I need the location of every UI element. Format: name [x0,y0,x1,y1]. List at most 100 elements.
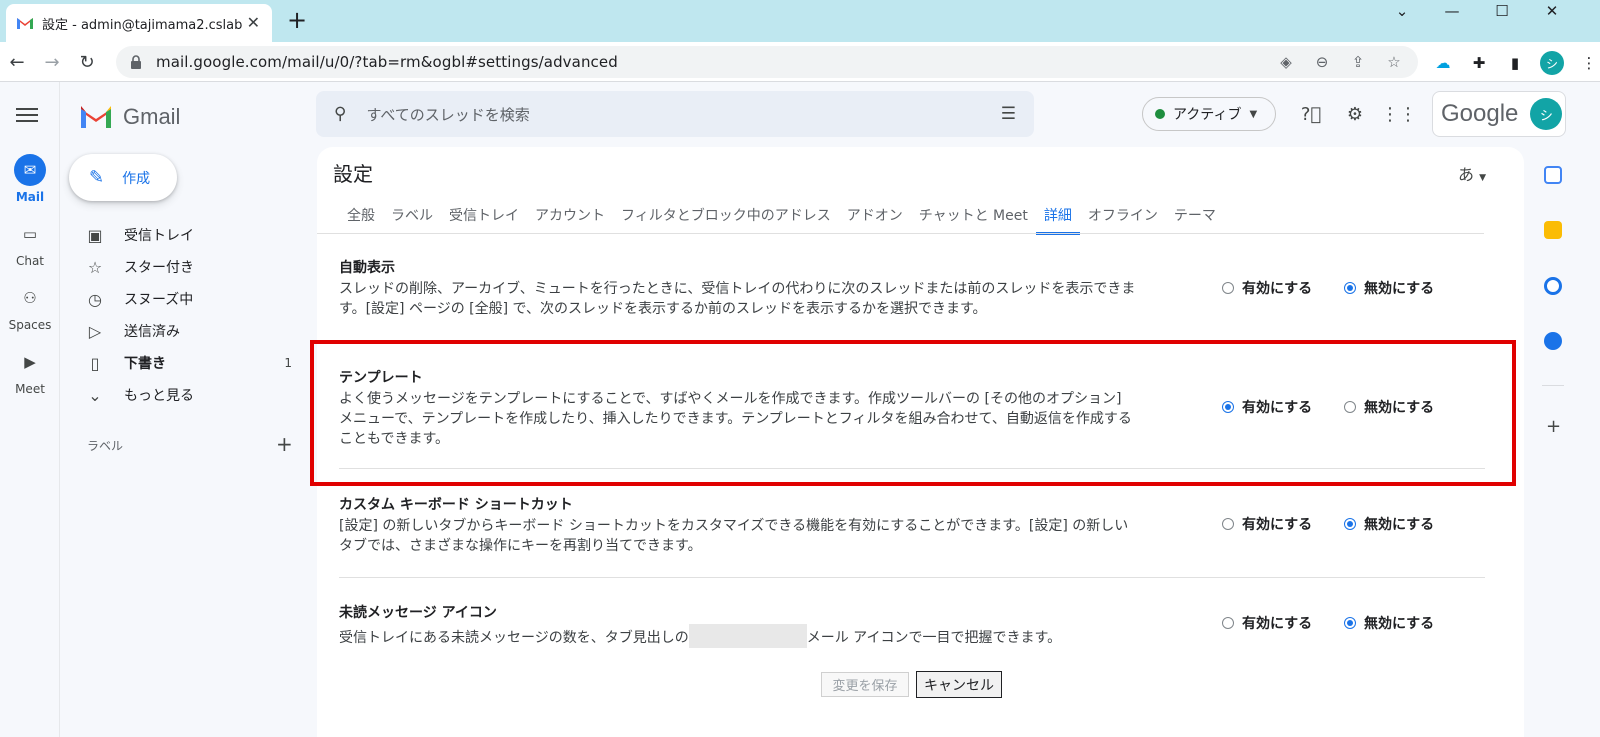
nav-item-drafts[interactable]: ▯ 下書き 1 [84,347,304,379]
rail-item-spaces[interactable]: ⚇ Spaces [0,282,60,332]
add-label-icon[interactable]: + [276,432,293,456]
side-panel-icon[interactable]: ▮ [1504,52,1526,74]
gmail-logo[interactable]: Gmail [81,104,180,130]
tab-addons[interactable]: アドオン [839,197,911,235]
description-part: メール アイコンで一目で把握できます。 [806,630,1062,646]
new-tab-button[interactable]: + [287,8,307,32]
lock-icon [131,55,141,69]
rail-item-meet[interactable]: ▶ Meet [0,346,60,396]
nav-item-snoozed[interactable]: ◷ スヌーズ中 [84,283,304,315]
close-tab-icon[interactable]: ✕ [247,13,260,32]
search-bar[interactable]: ⚲ すべてのスレッドを検索 ☰ [316,91,1034,137]
status-dropdown[interactable]: アクティブ ▼ [1142,97,1276,131]
radio-button[interactable] [1344,282,1356,294]
setting-title: カスタム キーボード ショートカット [339,497,573,513]
window-close-icon[interactable]: ✕ [1528,0,1576,22]
option-label: 有効にする [1242,517,1313,533]
calendar-icon[interactable] [1544,166,1562,184]
extensions-puzzle-icon[interactable]: ✚ [1468,52,1490,74]
view-site-info-icon[interactable]: ◈ [1276,52,1296,72]
tab-advanced[interactable]: 詳細 [1035,197,1080,235]
bookmark-star-icon[interactable]: ☆ [1384,52,1404,72]
keep-icon[interactable] [1544,221,1562,239]
back-icon[interactable]: ← [6,51,28,73]
drafts-count: 1 [284,356,292,370]
help-icon[interactable]: ?⃝ [1298,101,1324,127]
cancel-button[interactable]: キャンセル [916,671,1002,698]
search-icon[interactable]: ⚲ [334,104,346,124]
rail-item-chat[interactable]: ▭ Chat [0,218,60,268]
salesforce-extension-icon[interactable]: ☁ [1432,52,1454,74]
status-label: アクティブ [1173,107,1242,123]
radio-button[interactable] [1222,617,1234,629]
main-menu-icon[interactable] [16,104,38,126]
tab-accounts[interactable]: アカウント [527,197,613,235]
auto-advance-disable-option[interactable]: 無効にする [1344,278,1434,298]
omnibox[interactable]: mail.google.com/mail/u/0/?tab=rm&ogbl#se… [116,46,1418,78]
radio-button[interactable] [1344,518,1356,530]
compose-button[interactable]: ✎ 作成 [69,154,177,201]
unread-icon-disable-option[interactable]: 無効にする [1344,613,1434,633]
account-avatar[interactable]: シ [1530,98,1563,130]
maximize-icon[interactable]: ☐ [1478,0,1526,22]
tab-general[interactable]: 全般 [339,197,383,235]
apps-grid-icon[interactable]: ⋮⋮ [1381,101,1417,127]
save-changes-button[interactable]: 変更を保存 [821,672,909,697]
nav-item-more[interactable]: ⌄ もっと見る [84,379,304,411]
nav-item-starred[interactable]: ☆ スター付き [84,251,304,283]
nav-label: 下書き [124,356,166,372]
shortcuts-enable-option[interactable]: 有効にする [1222,514,1312,534]
setting-row-keyboard-shortcuts: カスタム キーボード ショートカット [設定] の新しいタブからキーボード ショ… [339,494,1484,556]
mail-nav-list: ▣ 受信トレイ ☆ スター付き ◷ スヌーズ中 ▷ 送信済み ▯ 下書き 1 ⌄… [84,219,304,411]
tab-filters[interactable]: フィルタとブロック中のアドレス [613,197,839,235]
shortcuts-disable-option[interactable]: 無効にする [1344,514,1434,534]
minimize-icon[interactable]: — [1428,0,1476,22]
profile-avatar[interactable]: シ [1540,51,1564,75]
chrome-menu-icon[interactable]: ⋮ [1578,52,1600,74]
input-tools-selector[interactable]: あ ▼ [1458,161,1486,185]
browser-tab[interactable]: 設定 - admin@tajimama2.cslabs.l ✕ [6,4,272,42]
tasks-icon[interactable] [1544,277,1562,295]
setting-description: 受信トレイにある未読メッセージの数を、タブ見出しの メール アイコンで一目で把握で… [339,624,1139,648]
clock-icon: ◷ [88,289,102,309]
tab-search-icon[interactable]: ⌄ [1378,0,1426,22]
radio-button[interactable] [1222,518,1234,530]
nav-item-inbox[interactable]: ▣ 受信トレイ [84,219,304,251]
search-options-icon[interactable]: ☰ [1001,104,1016,124]
google-account-box[interactable]: Google シ [1432,91,1566,137]
tab-inbox[interactable]: 受信トレイ [441,197,527,235]
setting-row-unread-icon: 未読メッセージ アイコン 受信トレイにある未読メッセージの数を、タブ見出しの メー… [339,602,1484,648]
app-rail: ✉ Mail ▭ Chat ⚇ Spaces ▶ Meet [0,82,60,737]
reload-icon[interactable]: ↻ [76,51,98,73]
gmail-m-icon [81,106,111,128]
contacts-icon[interactable] [1544,332,1562,350]
templates-highlight-box [310,340,1516,486]
add-addon-icon[interactable]: + [1546,416,1561,437]
setting-title: 自動表示 [339,260,395,276]
auto-advance-enable-option[interactable]: 有効にする [1222,278,1312,298]
option-label: 無効にする [1364,281,1435,297]
nav-label: スヌーズ中 [124,292,194,308]
browser-titlebar: 設定 - admin@tajimama2.cslabs.l ✕ + ⌄ — ☐ … [0,0,1600,42]
option-label: 無効にする [1364,517,1435,533]
nav-item-sent[interactable]: ▷ 送信済み [84,315,304,347]
forward-icon[interactable]: → [41,51,63,73]
radio-button[interactable] [1344,617,1356,629]
radio-button[interactable] [1222,282,1234,294]
page-title: 設定 [333,162,373,186]
unread-icon-enable-option[interactable]: 有効にする [1222,613,1312,633]
tab-chat-meet[interactable]: チャットと Meet [911,197,1036,235]
settings-gear-icon[interactable]: ⚙ [1342,101,1368,127]
chat-icon: ▭ [22,225,38,243]
zoom-icon[interactable]: ⊖ [1312,52,1332,72]
settings-tabs: 全般 ラベル 受信トレイ アカウント フィルタとブロック中のアドレス アドオン … [339,197,1224,235]
nav-label: もっと見る [124,388,194,404]
tab-labels[interactable]: ラベル [383,197,441,235]
compose-label: 作成 [122,170,151,187]
tab-offline[interactable]: オフライン [1080,197,1166,235]
share-icon[interactable]: ⇪ [1348,52,1368,72]
rail-item-mail[interactable]: ✉ Mail [0,154,60,204]
tab-themes[interactable]: テーマ [1166,197,1224,235]
caret-down-icon: ▼ [1479,173,1486,183]
google-wordmark: Google [1441,100,1519,127]
